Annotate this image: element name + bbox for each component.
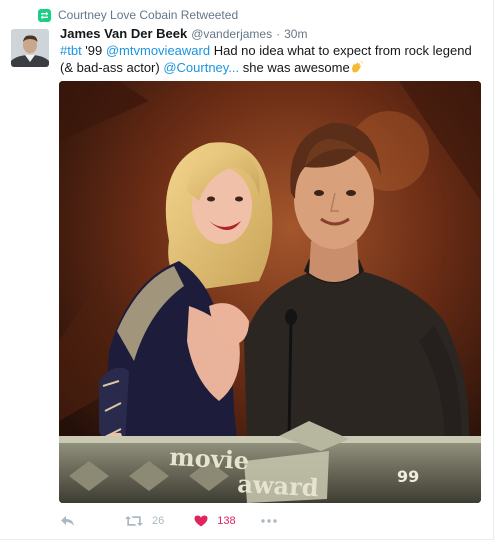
hashtag-link[interactable]: #tbt [60,43,82,58]
like-count: 138 [217,515,236,527]
tweet-timestamp[interactable]: 30m [284,27,307,41]
more-button[interactable] [260,519,277,523]
mention-link[interactable]: @Courtney... [163,60,239,75]
retweeted-by-label[interactable]: Courtney Love Cobain Retweeted [58,8,238,22]
tweet-text-part: '99 [81,43,106,58]
retweet-button[interactable]: 26 [125,515,164,527]
reply-icon [60,515,75,527]
header-separator: · [276,27,281,41]
heart-icon [194,515,208,527]
tweet-text: #tbt '99 @mtvmovieaward Had no idea what… [60,42,485,76]
author-avatar[interactable] [11,29,49,67]
podium-year: 99 [397,467,419,486]
retweet-context: Courtney Love Cobain Retweeted [38,8,238,22]
author-name[interactable]: James Van Der Beek [60,26,187,41]
tweet-photo[interactable]: movie award 99 [59,81,481,503]
mention-link[interactable]: @mtvmovieaward [106,43,210,58]
tweet-text-part: she was awesome [239,60,350,75]
like-button[interactable]: 138 [194,515,236,527]
retweet-count: 26 [152,515,165,527]
tweet-header: James Van Der Beek @vanderjames · 30m [60,26,483,42]
retweet-icon [38,8,51,22]
clapping-hands-icon [350,60,363,74]
retweet-icon [125,515,143,527]
tweet-actions: 26 138 [60,512,277,530]
more-dots-icon [260,519,277,523]
reply-button[interactable] [60,515,75,527]
author-handle[interactable]: @vanderjames [191,27,272,41]
tweet-card: Courtney Love Cobain Retweeted James Van… [0,0,494,540]
podium-text-award: award [237,469,320,502]
